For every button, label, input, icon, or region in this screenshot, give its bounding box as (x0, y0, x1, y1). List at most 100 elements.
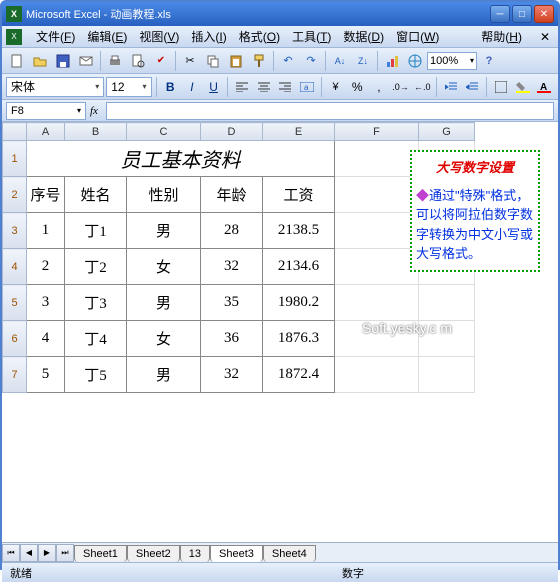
font-combo[interactable]: 宋体▾ (6, 77, 104, 97)
cell[interactable]: 5 (27, 357, 65, 393)
inc-decimal-button[interactable]: .0→ (391, 77, 411, 97)
maximize-button[interactable]: □ (512, 5, 532, 23)
cell[interactable]: 女 (127, 321, 201, 357)
cell[interactable]: 2138.5 (263, 213, 335, 249)
col-header[interactable]: D (201, 123, 263, 141)
cell[interactable]: 男 (127, 213, 201, 249)
italic-button[interactable]: I (182, 77, 202, 97)
copy-button[interactable] (202, 50, 224, 72)
merge-button[interactable]: a (297, 77, 317, 97)
cell[interactable]: 35 (201, 285, 263, 321)
menu-i[interactable]: 插入(I) (185, 26, 232, 47)
cell[interactable]: 1872.4 (263, 357, 335, 393)
cell[interactable]: 2 (27, 249, 65, 285)
menu-f[interactable]: 文件(F) (30, 26, 81, 47)
border-button[interactable] (491, 77, 511, 97)
chart-button[interactable] (381, 50, 403, 72)
col-header[interactable]: F (335, 123, 419, 141)
bold-button[interactable]: B (160, 77, 180, 97)
minimize-button[interactable]: ─ (490, 5, 510, 23)
sort-asc-button[interactable]: A↓ (329, 50, 351, 72)
table-header[interactable]: 性别 (127, 177, 201, 213)
table-header[interactable]: 序号 (27, 177, 65, 213)
currency-button[interactable]: ¥ (326, 77, 346, 97)
sheet-tab[interactable]: Sheet4 (263, 545, 316, 562)
cell[interactable]: 28 (201, 213, 263, 249)
cell[interactable]: 丁3 (65, 285, 127, 321)
spell-button[interactable]: ✔ (150, 50, 172, 72)
fx-icon[interactable]: fx (90, 105, 98, 117)
row-header[interactable]: 3 (3, 213, 27, 249)
map-button[interactable] (404, 50, 426, 72)
cell[interactable]: 4 (27, 321, 65, 357)
cell[interactable]: 32 (201, 249, 263, 285)
tab-last-button[interactable]: ⏭ (56, 544, 74, 562)
menu-h[interactable]: 帮助(H) (475, 26, 528, 47)
size-combo[interactable]: 12▾ (106, 77, 151, 97)
print-button[interactable] (104, 50, 126, 72)
sheet-tab[interactable]: Sheet2 (127, 545, 180, 562)
sheet-tab[interactable]: 13 (180, 545, 210, 562)
percent-button[interactable]: % (347, 77, 367, 97)
row-header[interactable]: 4 (3, 249, 27, 285)
close-button[interactable]: ✕ (534, 5, 554, 23)
align-right-button[interactable] (276, 77, 296, 97)
cell[interactable]: 2134.6 (263, 249, 335, 285)
align-left-button[interactable] (232, 77, 252, 97)
cell[interactable]: 1980.2 (263, 285, 335, 321)
cell[interactable]: 丁2 (65, 249, 127, 285)
menu-v[interactable]: 视图(V) (133, 26, 185, 47)
cell[interactable]: 丁5 (65, 357, 127, 393)
font-color-button[interactable]: A (534, 77, 554, 97)
cell[interactable]: 1 (27, 213, 65, 249)
col-header[interactable]: A (27, 123, 65, 141)
open-button[interactable] (29, 50, 51, 72)
cell[interactable]: 女 (127, 249, 201, 285)
worksheet-area[interactable]: ABCDEFG1员工基本资料2序号姓名性别年龄工资31丁1男282138.542… (2, 122, 558, 542)
help-icon[interactable]: ? (478, 50, 500, 72)
menu-w[interactable]: 窗口(W) (390, 26, 445, 47)
col-header[interactable]: E (263, 123, 335, 141)
table-header[interactable]: 年龄 (201, 177, 263, 213)
table-header[interactable]: 姓名 (65, 177, 127, 213)
indent-dec-button[interactable] (441, 77, 461, 97)
redo-button[interactable]: ↷ (300, 50, 322, 72)
cell[interactable]: 1876.3 (263, 321, 335, 357)
doc-close-button[interactable]: ✕ (536, 30, 554, 44)
cell[interactable]: 男 (127, 285, 201, 321)
row-header[interactable]: 5 (3, 285, 27, 321)
menu-e[interactable]: 编辑(E) (81, 26, 133, 47)
menu-o[interactable]: 格式(O) (233, 26, 286, 47)
row-header[interactable]: 1 (3, 141, 27, 177)
zoom-combo[interactable]: 100%▾ (427, 52, 477, 70)
cell[interactable]: 男 (127, 357, 201, 393)
tab-next-button[interactable]: ▶ (38, 544, 56, 562)
new-button[interactable] (6, 50, 28, 72)
row-header[interactable]: 6 (3, 321, 27, 357)
sheet-tab[interactable]: Sheet1 (74, 545, 127, 562)
cell[interactable]: 丁4 (65, 321, 127, 357)
row-header[interactable]: 7 (3, 357, 27, 393)
menu-d[interactable]: 数据(D) (337, 26, 390, 47)
dec-decimal-button[interactable]: ←.0 (412, 77, 432, 97)
table-header[interactable]: 工资 (263, 177, 335, 213)
undo-button[interactable]: ↶ (277, 50, 299, 72)
col-header[interactable]: G (419, 123, 475, 141)
tab-first-button[interactable]: ⏮ (2, 544, 20, 562)
fill-color-button[interactable] (513, 77, 533, 97)
tab-prev-button[interactable]: ◀ (20, 544, 38, 562)
sort-desc-button[interactable]: Z↓ (352, 50, 374, 72)
name-box[interactable]: F8▾ (6, 102, 86, 120)
col-header[interactable]: B (65, 123, 127, 141)
cut-button[interactable]: ✂ (179, 50, 201, 72)
cell[interactable]: 3 (27, 285, 65, 321)
format-painter-button[interactable] (248, 50, 270, 72)
cell[interactable]: 丁1 (65, 213, 127, 249)
row-header[interactable]: 2 (3, 177, 27, 213)
save-button[interactable] (52, 50, 74, 72)
cell[interactable]: 36 (201, 321, 263, 357)
email-button[interactable] (75, 50, 97, 72)
col-header[interactable]: C (127, 123, 201, 141)
underline-button[interactable]: U (204, 77, 224, 97)
cell[interactable]: 32 (201, 357, 263, 393)
